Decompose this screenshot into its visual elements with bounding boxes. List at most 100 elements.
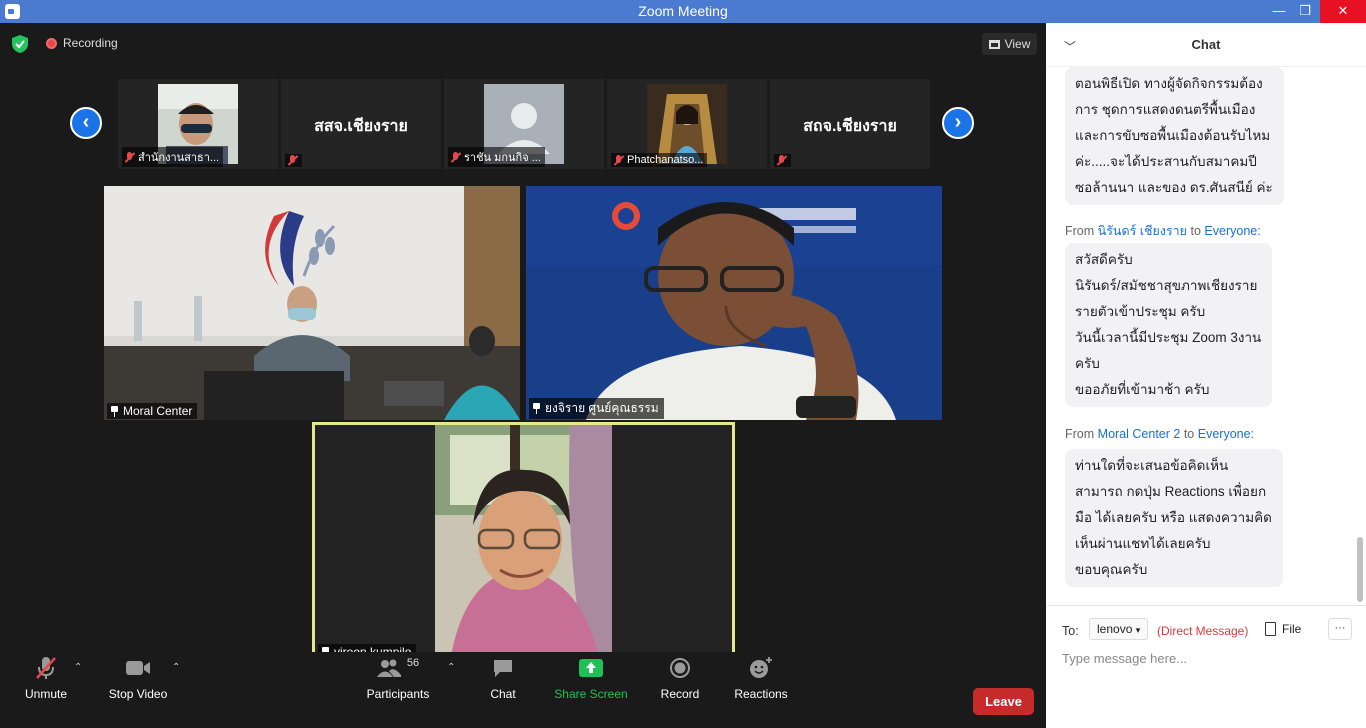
chat-message-line: ซอล้านนา และของ ดร.ศันสนีย์ ค่ะ (1075, 180, 1273, 195)
chat-message-line: การ ชุดการแสดงดนตรีพื้นเมือง (1075, 102, 1256, 117)
chat-message-line: ครับ (1075, 356, 1100, 371)
recipient-name[interactable]: Everyone: (1198, 427, 1254, 441)
chat-message-input[interactable] (1062, 651, 1352, 666)
recording-label: Recording (63, 36, 118, 50)
thumbnail-tile[interactable]: ราชัน มกนกิจ ... (444, 79, 604, 169)
scrollbar-thumb[interactable] (1357, 537, 1363, 602)
muted-mic-icon (36, 657, 56, 679)
to-label: To: (1062, 624, 1079, 638)
view-label: View (1004, 37, 1031, 51)
more-options-button[interactable]: ··· (1328, 618, 1352, 640)
chat-message-line: นิรันดร์/สมัชชาสุขภาพเชียงราย (1075, 278, 1258, 293)
from-prefix: From (1065, 427, 1095, 441)
gallery-icon (988, 39, 1000, 49)
video-tile-moral-center-speaker[interactable]: ยงจิราย ศูนย์คุณธรรม (526, 186, 942, 420)
chat-message-line: มือ ได้เลยครับ หรือ แสดงความคิด (1075, 510, 1272, 525)
file-icon (1265, 622, 1276, 636)
chat-message-bubble: ตอนพิธีเปิด ทางผู้จัดกิจกรรมต้อง การ ชุด… (1065, 67, 1284, 205)
chat-message-line: รายตัวเข้าประชุม ครับ (1075, 304, 1206, 319)
participant-name-label: ยงจิราย ศูนย์คุณธรรม (529, 398, 664, 419)
participants-options-caret[interactable]: ⌃ (447, 662, 455, 673)
participant-name: สำนักงานสาธา... (138, 152, 220, 164)
recording-indicator[interactable]: Recording (46, 36, 118, 50)
chat-message-line: สวัสดีครับ (1075, 252, 1133, 267)
participant-name-label: สำนักงานสาธา... (122, 147, 224, 167)
record-button[interactable]: Record (658, 655, 702, 701)
participant-video (647, 84, 727, 164)
shield-icon[interactable] (12, 35, 28, 53)
participant-display-name: สสจ.เชียงราย (314, 118, 408, 135)
video-tile-moral-center[interactable]: Moral Center (104, 186, 520, 420)
recipient-name[interactable]: Everyone: (1204, 224, 1260, 238)
file-button[interactable]: File (1265, 622, 1301, 636)
record-dot-icon (46, 37, 57, 49)
chat-message-line: ขอบคุณครับ (1075, 562, 1148, 577)
thumbnail-tile[interactable]: Phatchanatso... (607, 79, 767, 169)
chat-messages[interactable]: ตอนพิธีเปิด ทางผู้จัดกิจกรรมต้อง การ ชุด… (1046, 67, 1356, 607)
pin-icon (532, 403, 541, 414)
chat-message-line: วันนี้เวลานี้มีประชุม Zoom 3งาน (1075, 330, 1262, 345)
meeting-area: Recording View ‹ › สำนักงานสาธา... สสจ.เ… (0, 23, 1046, 728)
sender-name[interactable]: นิรันดร์ เชียงราย (1098, 224, 1187, 238)
recipient-select[interactable]: lenovo ▾ (1089, 618, 1149, 640)
participants-button[interactable]: 56 Participants (364, 655, 432, 701)
chat-message-header: From Moral Center 2 to Everyone: (1065, 427, 1254, 441)
participant-video (315, 425, 732, 661)
participant-name: Phatchanatso... (627, 154, 704, 166)
reactions-button[interactable]: Reactions (734, 655, 788, 701)
pin-icon (110, 405, 119, 417)
chat-button[interactable]: Chat (484, 655, 522, 701)
prev-page-button[interactable]: ‹ (70, 107, 102, 139)
title-bar: Zoom Meeting — ❐ ✕ (0, 0, 1366, 23)
window-title: Zoom Meeting (638, 3, 728, 19)
stop-video-label: Stop Video (108, 687, 168, 701)
recipient-value: lenovo (1097, 622, 1133, 636)
audio-options-caret[interactable]: ⌃ (74, 662, 82, 673)
chat-message-line: ค่ะ.....จะได้ประสานกับสมาคมปี (1075, 154, 1257, 169)
participant-name-label (285, 154, 302, 167)
chat-scrollbar[interactable] (1356, 67, 1364, 607)
share-screen-button[interactable]: Share Screen (554, 655, 628, 701)
record-label: Record (660, 687, 700, 701)
chat-message-bubble: ท่านใดที่จะเสนอข้อคิดเห็น สามารถ กดปุ่ม … (1065, 449, 1283, 587)
unmute-button[interactable]: Unmute (20, 655, 72, 701)
next-page-button[interactable]: › (942, 107, 974, 139)
chat-header: ﹀ Chat (1046, 23, 1366, 67)
participants-label: Participants (366, 687, 430, 701)
participant-name: ราชัน มกนกิจ ... (464, 152, 541, 164)
thumbnail-tile[interactable]: สถจ.เชียงราย (770, 79, 930, 169)
chat-bubble-icon (494, 660, 512, 677)
close-button[interactable]: ✕ (1320, 0, 1366, 23)
stop-video-button[interactable]: Stop Video (104, 655, 172, 701)
reactions-label: Reactions (734, 687, 788, 701)
chat-title: Chat (1191, 37, 1221, 52)
chat-message-line: และการขับซอพื้นเมืองต้อนรับไหม (1075, 128, 1271, 143)
chat-label: Chat (490, 687, 516, 701)
chat-message-line: ขออภัยที่เข้ามาช้า ครับ (1075, 382, 1210, 397)
restore-button[interactable]: ❐ (1290, 0, 1320, 23)
sender-name[interactable]: Moral Center 2 (1098, 427, 1181, 441)
participant-name-label: Phatchanatso... (611, 153, 708, 167)
share-screen-icon (579, 659, 603, 677)
video-options-caret[interactable]: ⌃ (172, 662, 180, 673)
participant-name-label (774, 154, 791, 167)
chat-message-line: เห็นผ่านแชทได้เลยครับ (1075, 536, 1211, 551)
view-button[interactable]: View (982, 33, 1037, 55)
participants-icon (376, 659, 401, 677)
to-word: to (1183, 427, 1195, 441)
participant-video (104, 186, 520, 420)
record-icon (670, 658, 690, 678)
file-label: File (1282, 622, 1302, 636)
participants-count: 56 (406, 657, 420, 669)
muted-mic-icon (450, 151, 461, 163)
thumbnail-tile[interactable]: สสจ.เชียงราย (281, 79, 441, 169)
share-screen-label: Share Screen (554, 687, 628, 701)
muted-mic-icon (776, 155, 787, 166)
leave-button[interactable]: Leave (973, 688, 1034, 715)
thumbnail-tile[interactable]: สำนักงานสาธา... (118, 79, 278, 169)
reactions-icon (750, 657, 772, 678)
muted-mic-icon (124, 151, 135, 163)
video-tile-active-speaker[interactable]: viroon kumpilo (312, 422, 735, 664)
chat-message-bubble: สวัสดีครับ นิรันดร์/สมัชชาสุขภาพเชียงราย… (1065, 243, 1272, 407)
participant-name: ยงจิราย ศูนย์คุณธรรม (545, 401, 659, 415)
